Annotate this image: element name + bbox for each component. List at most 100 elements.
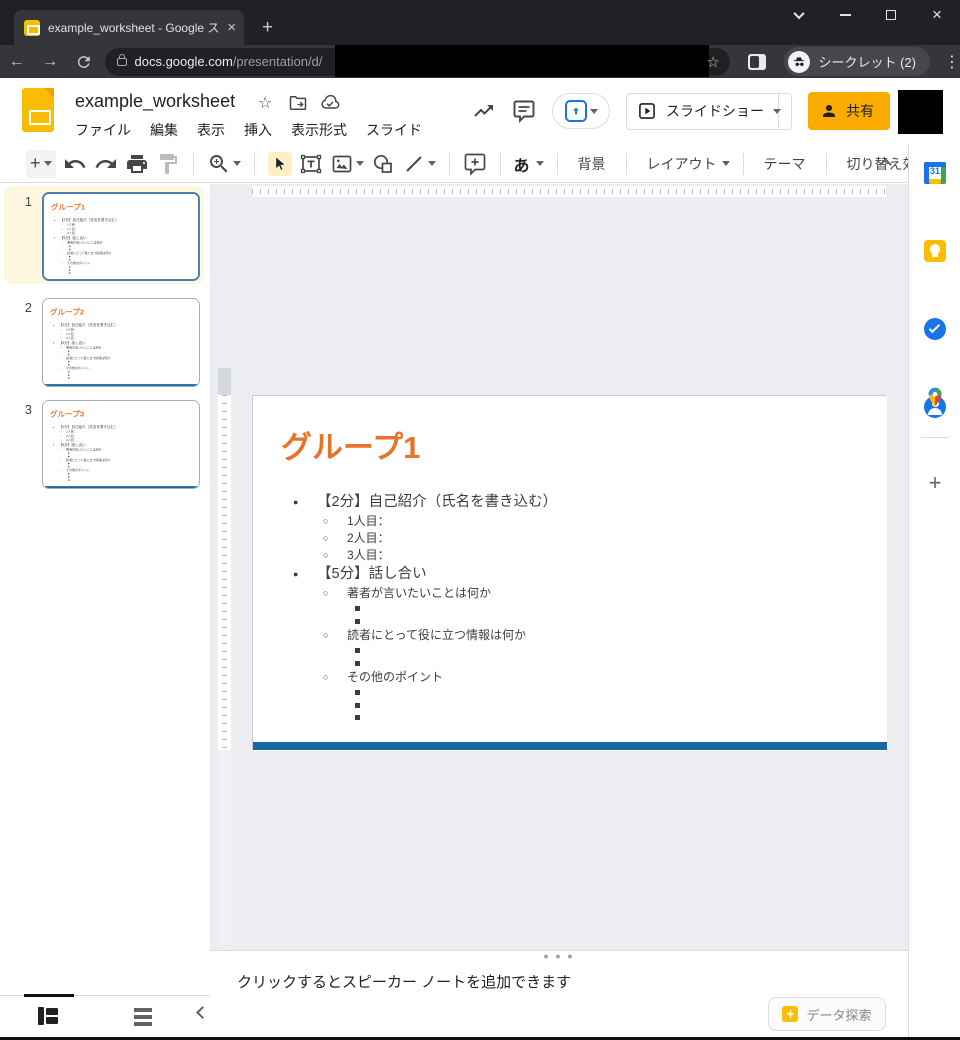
star-document-icon[interactable]: ☆	[258, 93, 278, 113]
side-panel-icon[interactable]	[748, 54, 767, 70]
slides-favicon-icon	[24, 20, 40, 36]
bullet-row	[43, 376, 199, 379]
speaker-notes-panel[interactable]: クリックするとスピーカー ノートを追加できます データ探索	[210, 963, 908, 1037]
menu-item-4[interactable]: 表示形式	[291, 120, 347, 140]
grid-view-icon[interactable]	[134, 1008, 152, 1026]
filmstrip-panel: 1 グループ1●【2分】自己紹介（氏名を書き込む）○1人目：○2人目：○3人目：●…	[0, 184, 210, 995]
tasks-icon[interactable]	[924, 318, 946, 340]
bullet-row: ●【5分】話し合い	[253, 564, 887, 585]
thumbnail-preview[interactable]: グループ3●【2分】自己紹介（氏名を書き込む）○1人目：○2人目：○3人目：●【…	[42, 400, 200, 489]
forward-icon[interactable]: →	[33, 53, 66, 71]
print-icon[interactable]	[125, 152, 149, 176]
tab-close-icon[interactable]: ×	[227, 19, 236, 36]
move-folder-icon[interactable]	[288, 93, 308, 113]
bullet-row: ○3人目：	[253, 547, 887, 564]
bullet-row: ○2人目：	[253, 530, 887, 547]
tab-title: example_worksheet - Google スラ	[48, 19, 221, 36]
insert-image-button[interactable]	[330, 152, 364, 176]
thumbnail-number: 1	[18, 194, 32, 209]
calendar-icon[interactable]: 31	[924, 162, 946, 184]
explore-sparkle-icon	[782, 1006, 798, 1022]
url-path: /presentation/d/	[233, 54, 323, 69]
account-avatar[interactable]	[898, 90, 943, 134]
browser-menu-icon[interactable]: ⋮	[944, 52, 960, 72]
tab-search-icon[interactable]	[776, 0, 822, 30]
incognito-badge: シークレット (2)	[784, 47, 930, 76]
zoom-icon	[207, 152, 231, 176]
add-comment-icon[interactable]	[463, 152, 487, 176]
menu-item-1[interactable]: 編集	[150, 120, 178, 140]
bullet-row	[253, 711, 887, 724]
shape-tool-icon[interactable]	[371, 152, 395, 176]
theme-button[interactable]: テーマ	[764, 154, 806, 174]
thumbnail-preview[interactable]: グループ2●【2分】自己紹介（氏名を書き込む）○1人目：○2人目：○3人目：●【…	[42, 298, 200, 387]
paint-format-icon	[156, 152, 180, 176]
layout-button[interactable]: レイアウト	[640, 154, 730, 174]
menu-item-3[interactable]: 挿入	[244, 120, 272, 140]
slide-thumbnail-3[interactable]: 3 グループ3●【2分】自己紹介（氏名を書き込む）○1人目：○2人目：○3人目：●…	[4, 394, 204, 492]
slide-thumbnail-1[interactable]: 1 グループ1●【2分】自己紹介（氏名を書き込む）○1人目：○2人目：○3人目：●…	[4, 186, 204, 284]
browser-tab[interactable]: example_worksheet - Google スラ ×	[14, 10, 244, 45]
present-to-meeting-button[interactable]	[552, 93, 610, 129]
minimize-button[interactable]	[822, 0, 868, 30]
undo-icon[interactable]	[63, 152, 87, 176]
browser-window: example_worksheet - Google スラ × + × ← → …	[0, 0, 960, 1040]
explore-label: データ探索	[806, 1005, 871, 1024]
new-tab-button[interactable]: +	[262, 17, 273, 39]
slides-logo-icon[interactable]	[22, 88, 54, 132]
add-addon-button[interactable]: +	[909, 470, 960, 496]
window-close-button[interactable]: ×	[914, 0, 960, 30]
slide-accent-bar	[253, 742, 887, 750]
menu-item-2[interactable]: 表示	[197, 120, 225, 140]
slide-title: グループ1	[51, 200, 85, 211]
slide-accent-bar	[43, 486, 199, 488]
document-title[interactable]: example_worksheet	[75, 91, 235, 112]
zoom-button[interactable]	[207, 152, 241, 176]
share-button[interactable]: 共有	[808, 92, 890, 130]
maximize-button[interactable]	[868, 0, 914, 30]
redo-icon[interactable]	[94, 152, 118, 176]
share-person-icon	[820, 102, 838, 120]
thumbnail-number: 3	[18, 402, 32, 417]
bullet-row	[253, 686, 887, 699]
horizontal-ruler	[252, 186, 886, 197]
bookmark-star-icon[interactable]: ☆	[706, 53, 719, 71]
keep-icon[interactable]	[924, 240, 946, 262]
explore-button[interactable]: データ探索	[768, 997, 886, 1031]
bullet-row: ○読者にとって役に立つ情報は何か	[253, 627, 887, 644]
reload-icon[interactable]	[75, 53, 93, 71]
vertical-scroll-thumb[interactable]	[218, 368, 231, 395]
incognito-icon	[788, 51, 810, 73]
new-slide-button[interactable]: +	[26, 150, 56, 178]
background-button[interactable]: 背景	[578, 154, 606, 174]
comment-icon[interactable]	[512, 99, 536, 123]
slideshow-button[interactable]: スライドショー	[626, 93, 779, 130]
select-tool-button[interactable]	[268, 152, 292, 176]
thumbnail-preview[interactable]: グループ1●【2分】自己紹介（氏名を書き込む）○1人目：○2人目：○3人目：●【…	[42, 192, 200, 281]
speaker-notes-placeholder[interactable]: クリックするとスピーカー ノートを追加できます	[237, 971, 571, 992]
bullet-row	[44, 271, 200, 274]
text-box-icon[interactable]	[299, 152, 323, 176]
address-bar[interactable]: docs.google.com /presentation/d/ ☆	[105, 48, 730, 76]
window-controls: ×	[776, 0, 960, 45]
filmstrip-view-icon[interactable]	[38, 1007, 58, 1025]
vertical-ruler	[218, 395, 231, 750]
back-icon[interactable]: ←	[0, 53, 33, 71]
maps-icon[interactable]	[924, 386, 946, 408]
text-effects-button[interactable]: あ	[514, 152, 544, 176]
line-tool-button[interactable]	[402, 152, 436, 176]
collapse-filmstrip-icon[interactable]	[196, 1006, 209, 1019]
current-slide[interactable]: グループ1●【2分】自己紹介（氏名を書き込む）○1人目：○2人目：○3人目：●【…	[252, 395, 886, 750]
notes-resize-handle[interactable]: ● ● ●	[210, 950, 908, 963]
cloud-saved-icon[interactable]	[320, 93, 340, 113]
toolbar-collapse-button[interactable]	[876, 154, 896, 174]
menu-item-5[interactable]: スライド	[366, 120, 422, 140]
slideshow-dropdown-button[interactable]	[763, 93, 792, 130]
bullet-row	[253, 644, 887, 657]
menu-item-0[interactable]: ファイル	[75, 120, 131, 140]
slideshow-play-icon	[637, 101, 657, 121]
font-ja-icon: あ	[514, 152, 530, 176]
activity-icon[interactable]	[472, 99, 496, 123]
slide-canvas: グループ1●【2分】自己紹介（氏名を書き込む）○1人目：○2人目：○3人目：●【…	[210, 184, 908, 950]
slide-thumbnail-2[interactable]: 2グループ2●【2分】自己紹介（氏名を書き込む）○1人目：○2人目：○3人目：●…	[4, 292, 204, 390]
